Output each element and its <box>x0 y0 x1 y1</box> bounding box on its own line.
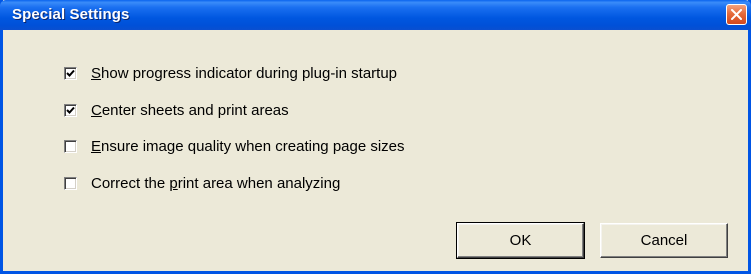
close-button[interactable] <box>726 4 747 25</box>
title-bar[interactable]: Special Settings <box>0 0 751 30</box>
ensure-quality-label[interactable]: Ensure image quality when creating page … <box>91 138 405 155</box>
dialog-title: Special Settings <box>12 6 130 23</box>
special-settings-dialog: Special Settings Show progress indicator… <box>0 0 751 274</box>
show-progress-checkbox[interactable] <box>64 66 77 80</box>
center-sheets-label[interactable]: Center sheets and print areas <box>91 102 289 119</box>
show-progress-label[interactable]: Show progress indicator during plug-in s… <box>91 65 397 82</box>
checkmark-icon <box>66 69 75 77</box>
cancel-button[interactable]: Cancel <box>600 223 728 258</box>
option-center-sheets[interactable]: Center sheets and print areas <box>64 100 289 120</box>
checkmark-icon <box>66 106 75 114</box>
correct-print-area-label[interactable]: Correct the print area when analyzing <box>91 175 340 192</box>
center-sheets-checkbox[interactable] <box>64 103 77 117</box>
close-icon <box>731 9 742 20</box>
ok-button[interactable]: OK <box>456 222 585 259</box>
ensure-quality-checkbox[interactable] <box>64 139 77 153</box>
option-correct-print-area[interactable]: Correct the print area when analyzing <box>64 173 340 193</box>
option-show-progress[interactable]: Show progress indicator during plug-in s… <box>64 63 397 83</box>
option-ensure-quality[interactable]: Ensure image quality when creating page … <box>64 136 405 156</box>
correct-print-area-checkbox[interactable] <box>64 176 77 190</box>
